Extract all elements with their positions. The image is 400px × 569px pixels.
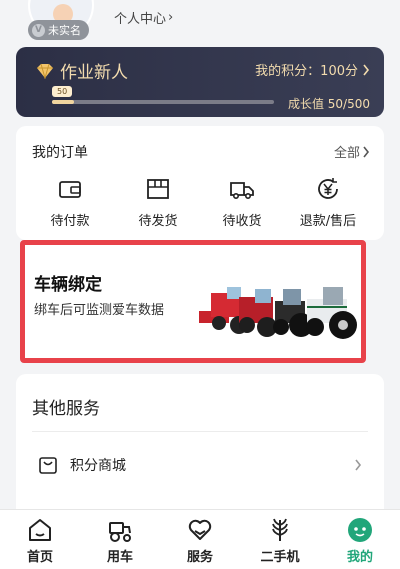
other-services-title: 其他服务 — [32, 399, 100, 419]
tab-home[interactable]: 首页 — [0, 516, 80, 565]
my-orders-card: 我的订单 全部 待付款 待发货 待收货 退款/售后 — [16, 126, 384, 240]
order-item-label: 待收货 — [222, 214, 262, 229]
profile-face-icon — [348, 518, 372, 542]
my-points-link[interactable]: 我的积分：100分 — [255, 60, 370, 79]
chevron-right-icon — [363, 64, 370, 75]
order-item-label: 待付款 — [50, 214, 90, 229]
member-title: 作业新人 — [60, 63, 128, 83]
shopping-bag-icon — [39, 457, 57, 474]
bottom-tab-bar: 首页 用车 服务 二手机 我的 — [0, 509, 400, 569]
order-refund-aftersale[interactable]: 退款/售后 — [288, 176, 368, 229]
service-label: 积分商城 — [70, 458, 126, 474]
order-item-label: 待发货 — [138, 214, 178, 229]
tab-label: 二手机 — [260, 550, 300, 565]
order-pending-shipment[interactable]: 待发货 — [118, 176, 198, 229]
wheat-icon — [272, 518, 288, 541]
profile-header: V 未实名 个人中心 › — [0, 0, 400, 48]
home-icon — [29, 519, 51, 541]
tab-used-machines[interactable]: 二手机 — [240, 516, 320, 565]
tab-label: 服务 — [186, 550, 213, 565]
orders-all-label: 全部 — [333, 146, 360, 161]
tab-label: 首页 — [26, 550, 53, 565]
profile-page: V 未实名 个人中心 › 作业新人 我的积分：100分 50 成长值 50/50… — [0, 0, 400, 569]
tractor-icon — [109, 522, 131, 542]
tab-service[interactable]: 服务 — [160, 516, 240, 565]
orders-all-link[interactable]: 全部 — [334, 142, 370, 161]
personal-center-link[interactable]: 个人中心 › — [114, 8, 173, 27]
chevron-right-icon: › — [168, 10, 174, 25]
member-title-row: 作业新人 — [36, 58, 128, 83]
chevron-right-icon — [355, 459, 362, 471]
order-pending-receipt[interactable]: 待收货 — [202, 176, 282, 229]
personal-center-label: 个人中心 — [114, 12, 167, 27]
vehicle-binding-card[interactable]: 车辆绑定 绑车后可监测爱车数据 — [20, 240, 366, 363]
vehicle-binding-subtitle: 绑车后可监测爱车数据 — [34, 303, 165, 318]
package-icon — [147, 179, 169, 199]
order-pending-payment[interactable]: 待付款 — [30, 176, 110, 229]
tab-vehicle[interactable]: 用车 — [80, 516, 160, 565]
tab-label: 用车 — [106, 550, 133, 565]
agricultural-machines-image — [199, 287, 357, 339]
verify-icon: V — [32, 23, 45, 37]
service-row-points-mall[interactable]: 积分商城 — [38, 450, 362, 480]
realname-status-badge[interactable]: V 未实名 — [28, 20, 89, 40]
tab-label: 我的 — [346, 550, 373, 565]
order-item-label: 退款/售后 — [299, 214, 357, 229]
divider — [32, 431, 368, 432]
vehicle-binding-title: 车辆绑定 — [34, 275, 102, 295]
level-bubble: 50 — [52, 86, 73, 97]
tab-mine[interactable]: 我的 — [320, 516, 400, 565]
orders-title: 我的订单 — [32, 145, 88, 161]
growth-progress-fill — [52, 100, 75, 104]
diamond-icon — [37, 63, 53, 79]
growth-value-text: 成长值 50/500 — [287, 97, 370, 111]
heart-hands-icon — [188, 519, 212, 540]
wallet-icon — [59, 181, 81, 198]
delivery-truck-icon — [230, 182, 254, 199]
growth-progress-bar — [52, 100, 274, 104]
my-points-text: 我的积分：100分 — [255, 64, 358, 79]
chevron-right-icon — [363, 146, 370, 157]
realname-status-label: 未实名 — [48, 24, 81, 37]
member-level-card[interactable]: 作业新人 我的积分：100分 50 成长值 50/500 — [16, 47, 384, 117]
refund-yen-icon — [318, 178, 338, 199]
